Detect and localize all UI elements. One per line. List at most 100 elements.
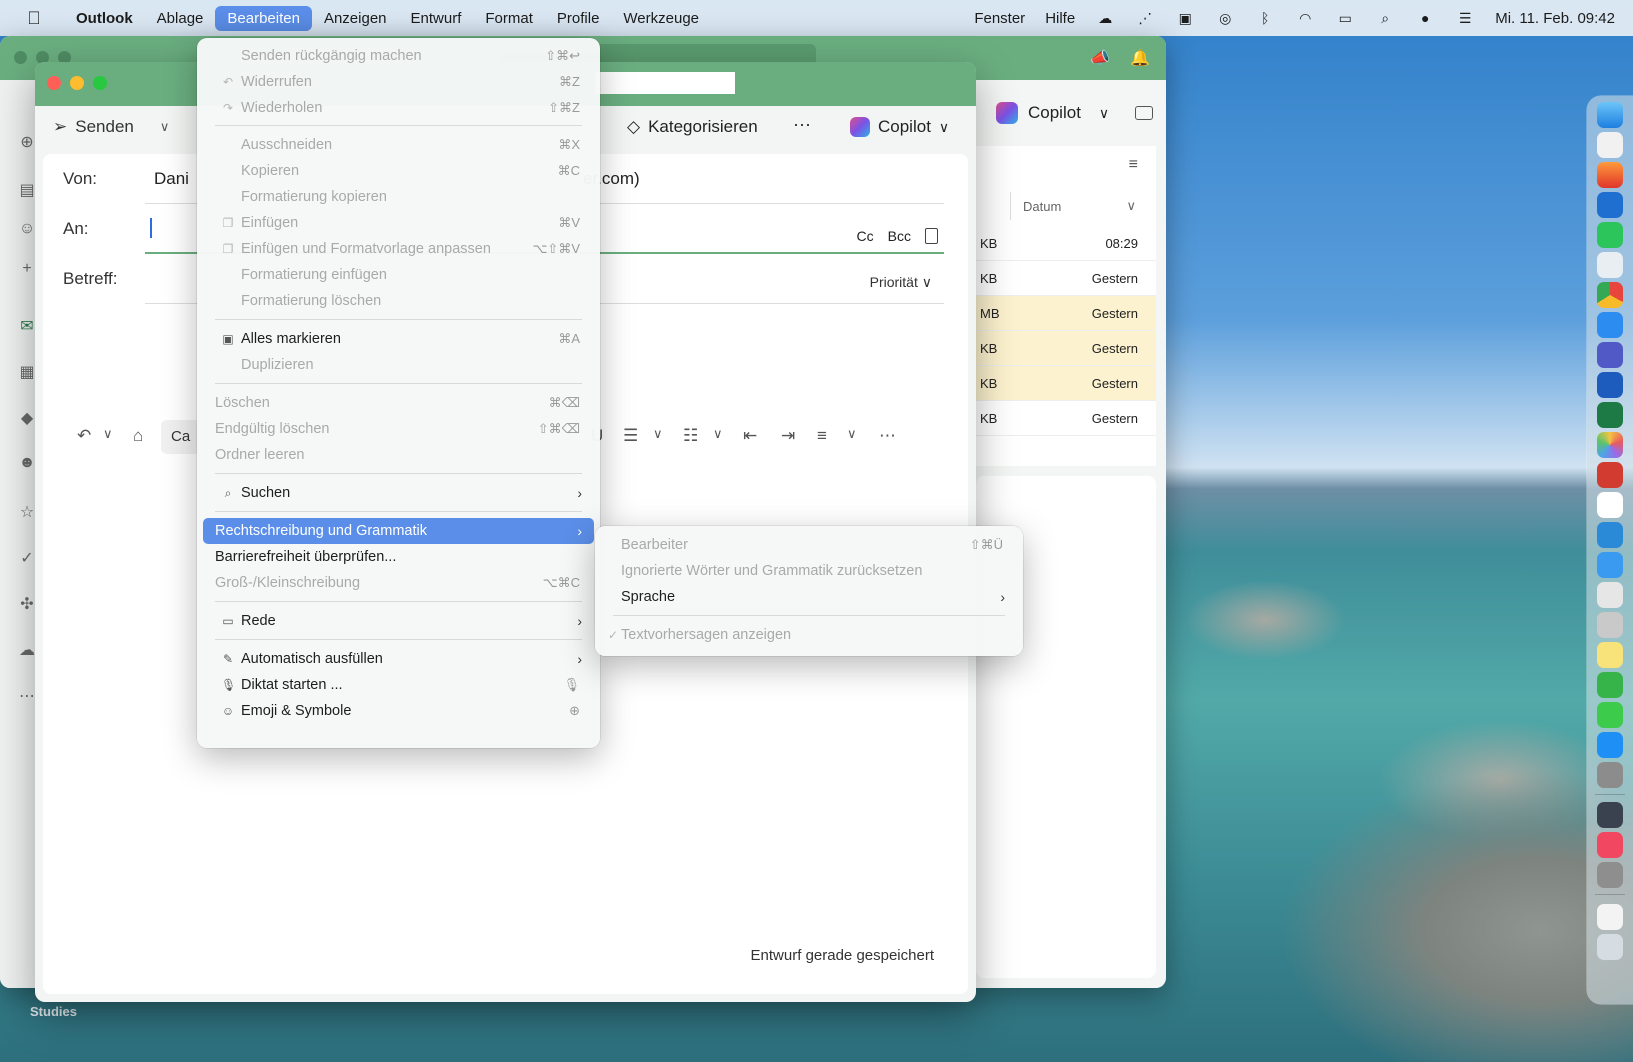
notification-bell-icon[interactable]: 🔔 [1130, 48, 1150, 68]
copilot-button[interactable]: Copilot ∨ [850, 117, 949, 137]
contacts-icon[interactable] [1597, 612, 1623, 638]
chevron-down-icon[interactable]: ∨ [103, 426, 113, 442]
cc-button[interactable]: Cc [857, 228, 874, 244]
wifi-icon[interactable]: ◠ [1295, 10, 1315, 26]
safari-icon[interactable] [1597, 312, 1623, 338]
briefcase-icon[interactable]: ▤ [17, 180, 37, 200]
side-panel-icon[interactable] [1135, 106, 1154, 120]
minimize-button[interactable] [70, 76, 84, 90]
menu-item-accessibility[interactable]: Barrierefreiheit überprüfen... [203, 544, 594, 570]
weather-status-icon[interactable]: ☁ [1095, 10, 1115, 26]
menu-werkzeuge[interactable]: Werkzeuge [611, 6, 711, 31]
system-settings-icon[interactable] [1597, 862, 1623, 888]
apps-icon[interactable]: ✣ [17, 594, 37, 614]
menu-item-dictation[interactable]: 🎙 Diktat starten ... 🎙 [203, 672, 594, 698]
menu-hilfe[interactable]: Hilfe [1045, 10, 1075, 27]
globe-icon[interactable]: ⊕ [17, 132, 37, 152]
menu-format[interactable]: Format [473, 6, 545, 31]
list-item[interactable]: KB Gestern [976, 401, 1156, 436]
calendar-icon[interactable]: ▦ [17, 362, 37, 382]
priority-dropdown[interactable]: Priorität ∨ [870, 274, 932, 291]
add-account-icon[interactable]: + [17, 260, 37, 280]
menu-item-empty-folder[interactable]: Ordner leeren [203, 442, 594, 468]
menu-app-outlook[interactable]: Outlook [64, 6, 145, 31]
main-close-button[interactable] [14, 51, 27, 64]
spotlight-search-icon[interactable]: ⌕ [1375, 10, 1395, 26]
menu-item-find[interactable]: ⌕ Suchen › [203, 480, 594, 506]
menu-item-paste-match[interactable]: ❐ Einfügen und Formatvorlage anpassen ⌥⇧… [203, 236, 594, 262]
menu-fenster[interactable]: Fenster [974, 10, 1025, 27]
submenu-item-reset-ignored[interactable]: Ignorierte Wörter und Grammatik zurückse… [601, 558, 1017, 584]
menu-item-cut[interactable]: Ausschneiden ⌘X [203, 132, 594, 158]
chevron-down-icon[interactable]: ∨ [653, 426, 663, 442]
apple-menu-icon[interactable]:  [24, 8, 44, 28]
chevron-down-icon[interactable]: ∨ [1099, 105, 1109, 122]
chevron-down-icon[interactable]: ∨ [847, 426, 857, 442]
more-options-button[interactable]: ··· [793, 114, 811, 135]
menu-item-undo[interactable]: ↶ Widerrufen ⌘Z [203, 69, 594, 95]
font-family-dropdown[interactable]: Ca [161, 420, 201, 454]
main-copilot-label[interactable]: Copilot [1028, 103, 1081, 123]
airdrop-status-icon[interactable]: ◎ [1215, 10, 1235, 26]
bullet-list-icon[interactable]: ☰ [623, 426, 638, 446]
format-painter-icon[interactable]: ⌂ [133, 426, 143, 446]
mail-app-icon[interactable] [1597, 552, 1623, 578]
desktop-folder-studies[interactable]: Studies [30, 1004, 77, 1019]
menu-item-delete-permanently[interactable]: Endgültig löschen ⇧⌘⌫ [203, 416, 594, 442]
disk-utility-icon[interactable] [1597, 802, 1623, 828]
copilot-rail-icon[interactable]: ◆ [17, 408, 37, 428]
menu-ablage[interactable]: Ablage [145, 6, 216, 31]
menu-item-undo-send[interactable]: Senden rückgängig machen ⇧⌘↩ [203, 43, 594, 69]
menu-item-spelling-grammar[interactable]: Rechtschreibung und Grammatik › [203, 518, 594, 544]
favorites-star-icon[interactable]: ☆ [17, 502, 37, 522]
list-item[interactable]: MB Gestern [976, 296, 1156, 331]
acrobat-icon[interactable] [1597, 462, 1623, 488]
menu-item-change-case[interactable]: Groß-/Kleinschreibung ⌥⌘C [203, 570, 594, 596]
menu-item-clear-format[interactable]: Formatierung löschen [203, 288, 594, 314]
from-value[interactable]: Dani [154, 169, 189, 189]
align-icon[interactable]: ≡ [817, 426, 827, 446]
more-format-options-icon[interactable]: ⋯ [879, 426, 896, 446]
numbers-icon[interactable] [1597, 672, 1623, 698]
firefox-icon[interactable] [1597, 162, 1623, 188]
chevron-down-icon[interactable]: ∨ [160, 119, 170, 135]
calculator-icon[interactable] [1597, 762, 1623, 788]
app-store-icon[interactable] [1597, 732, 1623, 758]
menu-item-copy[interactable]: Kopieren ⌘C [203, 158, 594, 184]
people-icon[interactable]: ☻ [17, 454, 37, 474]
calendar-app-icon[interactable] [1597, 492, 1623, 518]
close-button[interactable] [47, 76, 61, 90]
outlook-icon[interactable] [1597, 192, 1623, 218]
whatsapp-icon[interactable] [1597, 222, 1623, 248]
sort-column-header[interactable]: Datum ∨ [1010, 192, 1140, 220]
finder-icon[interactable] [1597, 102, 1623, 128]
list-item[interactable]: KB Gestern [976, 366, 1156, 401]
onedrive-icon[interactable]: ☁ [17, 640, 37, 660]
edge-icon[interactable] [1597, 252, 1623, 278]
battery-icon[interactable]: ▭ [1335, 10, 1355, 26]
submenu-item-text-predictions[interactable]: ✓ Textvorhersagen anzeigen [601, 622, 1017, 648]
menu-item-delete[interactable]: Löschen ⌘⌫ [203, 390, 594, 416]
menu-item-select-all[interactable]: ▣ Alles markieren ⌘A [203, 326, 594, 352]
control-center-icon[interactable]: ☰ [1455, 10, 1475, 26]
messages-icon[interactable] [1597, 702, 1623, 728]
onedrive-app-icon[interactable] [1597, 522, 1623, 548]
photos-icon[interactable] [1597, 432, 1623, 458]
launchpad-icon[interactable] [1597, 132, 1623, 158]
menu-item-paste[interactable]: ❐ Einfügen ⌘V [203, 210, 594, 236]
decrease-indent-icon[interactable]: ⇤ [743, 426, 757, 446]
activity-status-icon[interactable]: ⋰ [1135, 10, 1155, 26]
list-item[interactable]: KB Gestern [976, 331, 1156, 366]
document-stack-icon[interactable] [1597, 904, 1623, 930]
siri-icon[interactable]: ● [1415, 10, 1435, 26]
submenu-item-editor[interactable]: Bearbeiter ⇧⌘Ü [601, 532, 1017, 558]
menu-item-speech[interactable]: ▭ Rede › [203, 608, 594, 634]
categorize-button[interactable]: ◇ Kategorisieren [627, 117, 758, 137]
word-icon[interactable] [1597, 372, 1623, 398]
menu-anzeigen[interactable]: Anzeigen [312, 6, 399, 31]
zoom-button[interactable] [93, 76, 107, 90]
menu-item-redo[interactable]: ↷ Wiederholen ⇧⌘Z [203, 95, 594, 121]
tasks-check-icon[interactable]: ✓ [17, 548, 37, 568]
excel-icon[interactable] [1597, 402, 1623, 428]
menubar-clock[interactable]: Mi. 11. Feb. 09:42 [1495, 10, 1615, 27]
